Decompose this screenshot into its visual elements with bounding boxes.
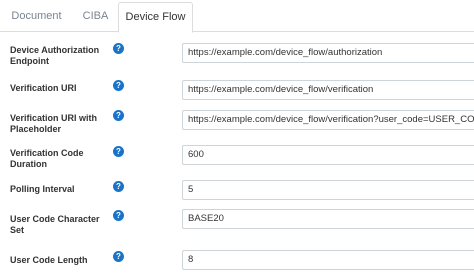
tab-document[interactable]: Document [0, 2, 73, 32]
user-code-length-label: User Code Length [10, 255, 88, 265]
device-flow-settings-page: Document CIBA Device Flow Device Authori… [0, 0, 474, 275]
user-code-length-input[interactable]: 8 [182, 250, 474, 270]
help-icon[interactable]: ? [113, 181, 124, 192]
help-icon[interactable]: ? [113, 80, 124, 91]
help-icon[interactable]: ? [113, 146, 124, 157]
help-icon[interactable]: ? [113, 110, 124, 121]
tab-ciba[interactable]: CIBA [73, 2, 118, 32]
user-code-character-set-label: User Code Character Set [10, 214, 100, 235]
user-code-character-set-input[interactable]: BASE20 [182, 209, 474, 229]
device-authorization-endpoint-input[interactable]: https://example.com/device_flow/authoriz… [182, 43, 474, 63]
help-icon[interactable]: ? [113, 210, 124, 221]
tab-device-flow[interactable]: Device Flow [118, 2, 193, 33]
polling-interval-label: Polling Interval [10, 184, 75, 194]
verification-uri-label: Verification URI [10, 83, 77, 93]
device-authorization-endpoint-label: Device Authorization Endpoint [10, 45, 100, 66]
polling-interval-input[interactable]: 5 [182, 180, 474, 200]
verification-uri-placeholder-label: Verification URI with Placeholder [10, 113, 98, 134]
verification-code-duration-label: Verification Code Duration [10, 148, 84, 169]
help-icon[interactable]: ? [113, 43, 124, 54]
verification-code-duration-input[interactable]: 600 [182, 145, 474, 165]
help-icon[interactable]: ? [113, 251, 124, 262]
tab-bar: Document CIBA Device Flow [0, 0, 474, 33]
verification-uri-input[interactable]: https://example.com/device_flow/verifica… [182, 80, 474, 100]
verification-uri-placeholder-input[interactable]: https://example.com/device_flow/verifica… [182, 110, 474, 130]
